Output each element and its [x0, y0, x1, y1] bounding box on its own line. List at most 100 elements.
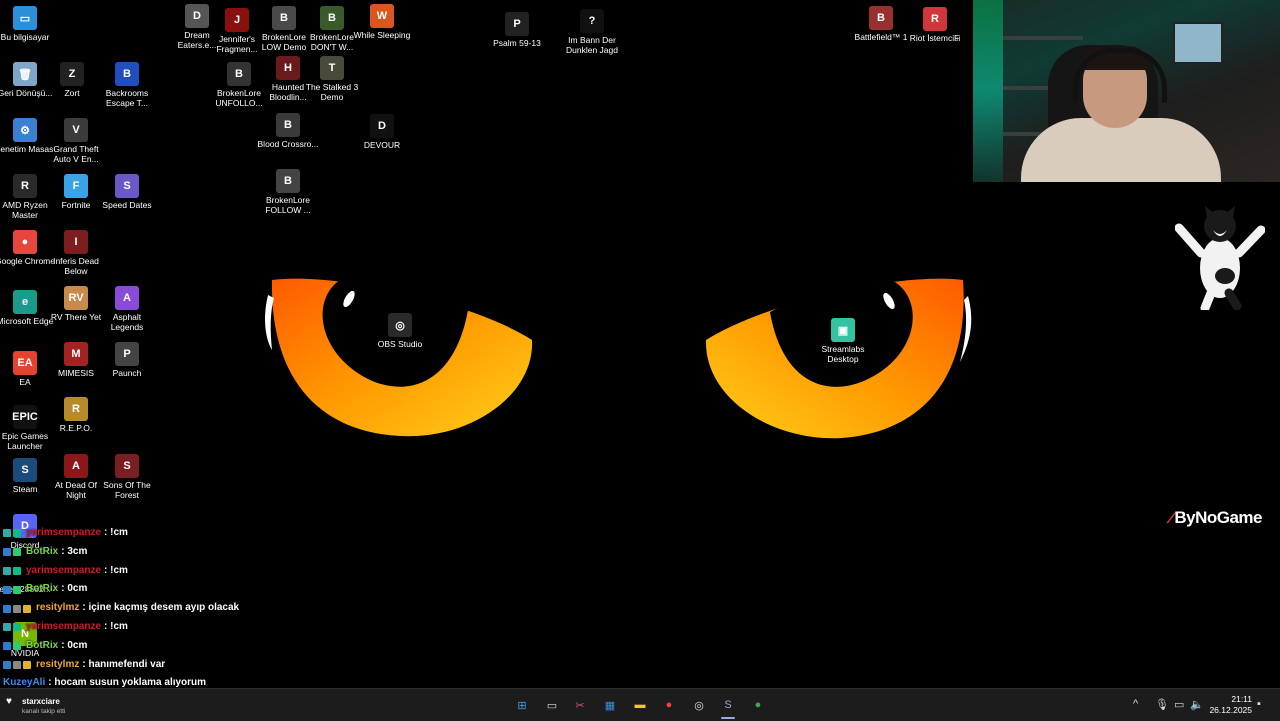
desktop-icon-zort[interactable]: Z Zort: [41, 62, 103, 98]
desktop-icon-label: Bu bilgisayar: [0, 32, 50, 42]
desktop-icon-psalm-59-13[interactable]: P Psalm 59-13: [486, 12, 548, 48]
desktop-icon-label: R.E.P.O.: [59, 423, 93, 433]
desktop-icon-this-pc[interactable]: ▭ Bu bilgisayar: [0, 6, 56, 42]
desktop-icon-repo[interactable]: R R.E.P.O.: [45, 397, 107, 433]
brokenlore-follow-icon: B: [276, 169, 300, 193]
epic-games-icon: EPIC: [12, 405, 38, 429]
taskbar-store-icon[interactable]: ▦: [600, 695, 620, 715]
desktop-icon-label: OBS Studio: [377, 339, 423, 349]
desktop-icon-inferis-dead-below[interactable]: I Inferis Dead Below: [45, 230, 107, 276]
chat-badge-icon: [13, 585, 21, 594]
mimesis-icon: M: [64, 342, 88, 366]
chat-message: yarimsempanze: !cm: [3, 562, 423, 581]
desktop-icon-label: DEVOUR: [363, 140, 401, 150]
chat-badge-icon: [13, 604, 21, 613]
chat-badge-icon: [3, 585, 11, 594]
obs-studio-icon: ◎: [388, 313, 412, 337]
chat-message: yarimsempanze: !cm: [3, 524, 423, 543]
webcam-overlay: [973, 0, 1280, 182]
desktop-icon-speed-dates[interactable]: S Speed Dates: [96, 174, 158, 210]
chat-text: : hanımefendi var: [82, 658, 166, 670]
taskbar-chrome-icon[interactable]: ●: [659, 695, 679, 715]
desktop-icon-devour[interactable]: D DEVOUR: [351, 114, 413, 150]
follow-notification: ♥ starxciare kanalı takip etti: [6, 697, 65, 716]
chat-badge-icon: [3, 623, 11, 632]
taskbar-steam-icon[interactable]: S: [718, 695, 738, 715]
notification-text: kanalı takip etti: [22, 708, 66, 715]
desktop-icon-label: Streamlabs Desktop: [821, 344, 865, 364]
this-pc-icon: ▭: [13, 6, 37, 30]
taskbar-start-icon[interactable]: ⊞: [512, 695, 532, 715]
desktop-icon-blood-crossroads[interactable]: B Blood Crossro...: [257, 113, 319, 149]
bynogame-logo-icon: ⁄: [1170, 508, 1173, 527]
taskbar-obs-icon[interactable]: ◎: [689, 695, 709, 715]
desktop-icon-brokenlore-follow[interactable]: B BrokenLore FOLLOW ...: [257, 169, 319, 215]
blood-crossroads-icon: B: [276, 113, 300, 137]
chat-message: resitylmz: içine kaçmış desem ayıp olaca…: [3, 599, 423, 618]
shelf: [1003, 36, 1083, 40]
chat-message: resitylmz: hanımefendi var: [3, 656, 423, 675]
chat-badge-icon: [13, 660, 21, 669]
desktop-icon-streamlabs-desktop[interactable]: ▣ Streamlabs Desktop: [812, 318, 874, 364]
stream-chat-overlay: yarimsempanze: !cm BotRix: 3cm yarimsempan…: [3, 524, 423, 693]
system-clock[interactable]: 21:11 26.12.2025: [1209, 694, 1252, 716]
desktop-icon-backrooms[interactable]: B Backrooms Escape T...: [96, 62, 158, 108]
desktop-icon-asphalt-legends[interactable]: A Asphalt Legends: [96, 286, 158, 332]
chat-badge-icon: [13, 623, 21, 632]
desktop-icon-label: Paunch: [112, 368, 142, 378]
taskbar-snipping-tool-icon[interactable]: ✂: [570, 695, 590, 715]
taskbar-task-view-icon[interactable]: ▭: [542, 695, 562, 715]
gta-v-icon: V: [64, 118, 88, 142]
devour-icon: D: [370, 114, 394, 138]
chat-badge-icon: [3, 548, 11, 557]
chat-message: yarimsempanze: !cm: [3, 618, 423, 637]
at-dead-of-night-icon: A: [64, 454, 88, 478]
desktop-icon-label: Psalm 59-13: [493, 38, 541, 48]
desktop-icon-label: The Stalked 3 Demo: [305, 82, 359, 102]
asphalt-legends-icon: A: [115, 286, 139, 310]
desktop-icon-label: Backrooms Escape T...: [105, 88, 149, 108]
active-app-indicator: [721, 717, 735, 719]
watermark-text: ByNoGame: [1174, 508, 1262, 527]
paunch-icon: P: [115, 342, 139, 366]
bynogame-watermark: ⁄ ByNoGame: [1170, 508, 1262, 528]
streamer-body: [1021, 118, 1221, 182]
clock-time: 21:11: [1231, 694, 1252, 704]
desktop-icon-im-bann-der-dunklen-jagd[interactable]: ? Im Bann Der Dunklen Jagd: [561, 9, 623, 55]
taskbar-chrome-2-icon[interactable]: ●: [748, 695, 768, 715]
desktop-icon-label: EA: [19, 377, 31, 387]
chat-message: BotRix: 3cm: [3, 543, 423, 562]
desktop-icon-the-stalked-3[interactable]: T The Stalked 3 Demo: [301, 56, 363, 102]
desktop-icon-paunch[interactable]: P Paunch: [96, 342, 158, 378]
chat-username: BotRix: [26, 583, 59, 595]
volume-icon[interactable]: 🔈: [1190, 698, 1204, 711]
desktop-icon-gta-v[interactable]: V Grand Theft Auto V En...: [45, 118, 107, 164]
desktop-icon-label: Speed Dates: [102, 200, 152, 210]
desktop-icon-label: Inferis Dead Below: [53, 256, 99, 276]
microphone-icon[interactable]: 🎙: [1155, 698, 1169, 711]
psalm-59-13-icon: P: [505, 12, 529, 36]
chevron-up-icon[interactable]: ^: [1133, 698, 1138, 710]
chat-message: BotRix: 0cm: [3, 580, 423, 599]
chat-username: yarimsempanze: [26, 620, 102, 632]
notification-user: starxciare: [22, 697, 60, 706]
chat-badge-icon: [3, 566, 11, 575]
chat-username: resitylmz: [36, 658, 80, 670]
steam-icon: S: [13, 458, 37, 482]
desktop-icon-while-sleeping[interactable]: W While Sleeping: [351, 4, 413, 40]
chat-text: : !cm: [104, 527, 128, 538]
network-icon[interactable]: ▭: [1174, 698, 1184, 711]
neon-light: [973, 0, 1003, 182]
notification-bell-icon[interactable]: ▪: [1257, 698, 1261, 710]
chat-badge-icon: [13, 642, 21, 651]
repo-icon: R: [64, 397, 88, 421]
jennifers-fragments-icon: J: [225, 8, 249, 32]
desktop-icon-label: Blood Crossro...: [257, 139, 319, 149]
desktop-icon-battlefield-1[interactable]: B Battlefield™ 1: [850, 6, 912, 42]
desktop-icon-sons-of-the-forest[interactable]: S Sons Of The Forest: [96, 454, 158, 500]
taskbar-file-explorer-icon[interactable]: ▬: [630, 695, 650, 715]
desktop-icon-obs-studio[interactable]: ◎ OBS Studio: [369, 313, 431, 349]
desktop-icon-partial-icon[interactable]: F: [954, 7, 974, 43]
zort-icon: Z: [60, 62, 84, 86]
desktop-icon-label: F: [954, 33, 960, 43]
